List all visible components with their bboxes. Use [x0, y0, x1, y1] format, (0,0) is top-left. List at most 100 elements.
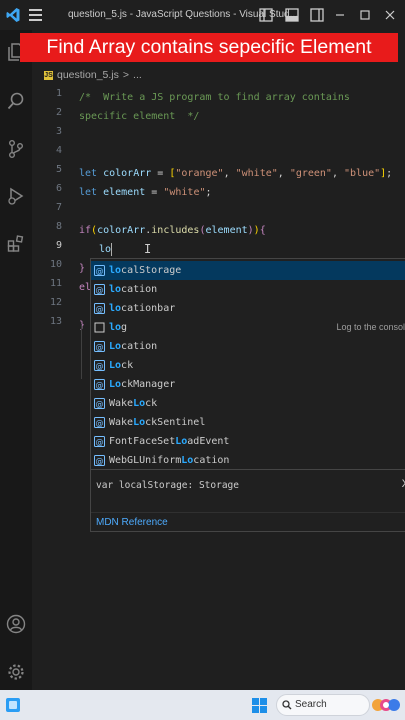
- code-line: let element = "white";: [79, 187, 212, 198]
- line-number: 10: [49, 259, 62, 270]
- variable-icon: @: [94, 398, 105, 409]
- line-number: 13: [49, 316, 62, 327]
- snippet-icon: [94, 322, 105, 333]
- suggest-item-location-interface[interactable]: @ Location: [91, 337, 405, 356]
- svg-text:@: @: [96, 400, 104, 409]
- variable-icon: @: [94, 455, 105, 466]
- line-number: 7: [55, 202, 62, 213]
- line-number: 1: [55, 88, 62, 99]
- suggest-item-locationbar[interactable]: @ locationbar: [91, 299, 405, 318]
- mdn-reference-link[interactable]: MDN Reference: [96, 517, 168, 528]
- line-number: 3: [55, 126, 62, 137]
- javascript-file-icon: JS: [44, 70, 53, 80]
- svg-text:@: @: [96, 267, 104, 276]
- settings-gear-icon[interactable]: [6, 662, 26, 682]
- windows-start-icon[interactable]: [252, 698, 267, 713]
- typed-text: lo: [99, 244, 112, 255]
- code-line: }: [79, 320, 86, 331]
- vscode-logo-icon: [6, 8, 20, 22]
- suggest-item-wakelock[interactable]: @ WakeLock: [91, 394, 405, 413]
- suggest-item-location[interactable]: @ location: [91, 280, 405, 299]
- variable-icon: @: [94, 265, 105, 276]
- suggest-list[interactable]: @ localStorage @ location @ locationbar …: [91, 261, 405, 470]
- maximize-icon[interactable]: [358, 8, 372, 22]
- variable-icon: @: [94, 436, 105, 447]
- suggest-label: log: [109, 322, 128, 333]
- windows-taskbar: Search: [0, 690, 405, 720]
- suggest-label: WakeLock: [109, 398, 158, 409]
- source-control-icon[interactable]: [6, 139, 26, 159]
- line-number: 5: [55, 164, 62, 175]
- suggest-details-panel: var localStorage: Storage X MDN Referenc…: [91, 469, 405, 531]
- run-debug-icon[interactable]: [6, 186, 26, 206]
- taskbar-search-placeholder: Search: [295, 699, 327, 710]
- code-line-current: lo: [99, 240, 113, 259]
- suggest-item-log[interactable]: log Log to the console: [91, 318, 405, 337]
- code-editor[interactable]: JS question_5.js > ... 1 2 3 4 5 6 7 8 9…: [32, 62, 405, 690]
- search-icon: [282, 700, 292, 710]
- breadcrumb: JS question_5.js > ...: [44, 69, 142, 81]
- suggest-label: localStorage: [109, 265, 182, 276]
- suggest-label: location: [109, 284, 158, 295]
- svg-text:@: @: [96, 286, 104, 295]
- line-number: 12: [49, 297, 62, 308]
- suggest-item-localstorage[interactable]: @ localStorage: [91, 261, 405, 280]
- close-window-icon[interactable]: [383, 8, 397, 22]
- code-line: let colorArr = ["orange", "white", "gree…: [79, 168, 393, 179]
- suggest-label: WakeLockSentinel: [109, 417, 206, 428]
- suggest-item-wakelocksentinel[interactable]: @ WakeLockSentinel: [91, 413, 405, 432]
- variable-icon: @: [94, 303, 105, 314]
- svg-text:@: @: [96, 305, 104, 314]
- code-line: }: [79, 263, 86, 274]
- minimize-icon[interactable]: [333, 8, 347, 22]
- variable-icon: @: [94, 284, 105, 295]
- suggest-item-webgluniformlocation[interactable]: @ WebGLUniformLocation: [91, 451, 405, 470]
- suggest-signature: var localStorage: Storage: [96, 480, 239, 491]
- code-area[interactable]: /* Write a JS program to find array cont…: [79, 88, 399, 331]
- layout-sidebar-icon[interactable]: [259, 8, 273, 22]
- close-details-button[interactable]: X: [402, 478, 405, 490]
- variable-icon: @: [94, 360, 105, 371]
- copilot-icon[interactable]: [371, 696, 401, 714]
- line-number: 11: [49, 278, 62, 289]
- mdn-reference-bar: MDN Reference: [91, 512, 405, 532]
- menu-icon[interactable]: [29, 9, 42, 21]
- suggest-label: FontFaceSetLoadEvent: [109, 436, 230, 447]
- indent-guide: [81, 325, 82, 379]
- title-bar: question_5.js - JavaScript Questions - V…: [0, 0, 405, 30]
- breadcrumb-more[interactable]: ...: [133, 69, 142, 81]
- widgets-icon[interactable]: [5, 697, 21, 713]
- layout-secondary-sidebar-icon[interactable]: [310, 8, 324, 22]
- suggest-label: Lock: [109, 360, 134, 371]
- suggest-label: LockManager: [109, 379, 176, 390]
- mouse-ibeam-cursor-icon: I: [144, 242, 152, 256]
- suggest-widget[interactable]: @ localStorage @ location @ locationbar …: [90, 258, 405, 532]
- suggest-item-lock[interactable]: @ Lock: [91, 356, 405, 375]
- svg-text:@: @: [96, 362, 104, 371]
- taskbar-search[interactable]: Search: [276, 694, 370, 716]
- breadcrumb-file[interactable]: question_5.js: [57, 69, 119, 81]
- line-number-active: 9: [55, 240, 62, 251]
- extensions-icon[interactable]: [6, 234, 26, 254]
- suggest-label: WebGLUniformLocation: [109, 455, 230, 466]
- svg-text:@: @: [96, 457, 104, 466]
- variable-icon: @: [94, 417, 105, 428]
- accounts-icon[interactable]: [6, 614, 26, 634]
- layout-panel-icon[interactable]: [285, 8, 299, 22]
- line-number: 8: [55, 221, 62, 232]
- search-icon[interactable]: [6, 91, 26, 111]
- suggest-item-fontfacesetloadevent[interactable]: @ FontFaceSetLoadEvent: [91, 432, 405, 451]
- svg-text:@: @: [96, 438, 104, 447]
- suggest-item-lockmanager[interactable]: @ LockManager: [91, 375, 405, 394]
- svg-text:@: @: [96, 343, 104, 352]
- line-number: 2: [55, 107, 62, 118]
- suggest-detail: Log to the console: [336, 322, 405, 332]
- svg-text:@: @: [96, 381, 104, 390]
- breadcrumb-separator: >: [122, 69, 130, 81]
- code-line: specific element */: [79, 111, 200, 122]
- variable-icon: @: [94, 341, 105, 352]
- text-cursor: [111, 242, 113, 256]
- caption-banner: Find Array contains sepecific Element: [20, 33, 398, 62]
- code-line: /* Write a JS program to find array cont…: [79, 92, 350, 103]
- line-number: 4: [55, 145, 62, 156]
